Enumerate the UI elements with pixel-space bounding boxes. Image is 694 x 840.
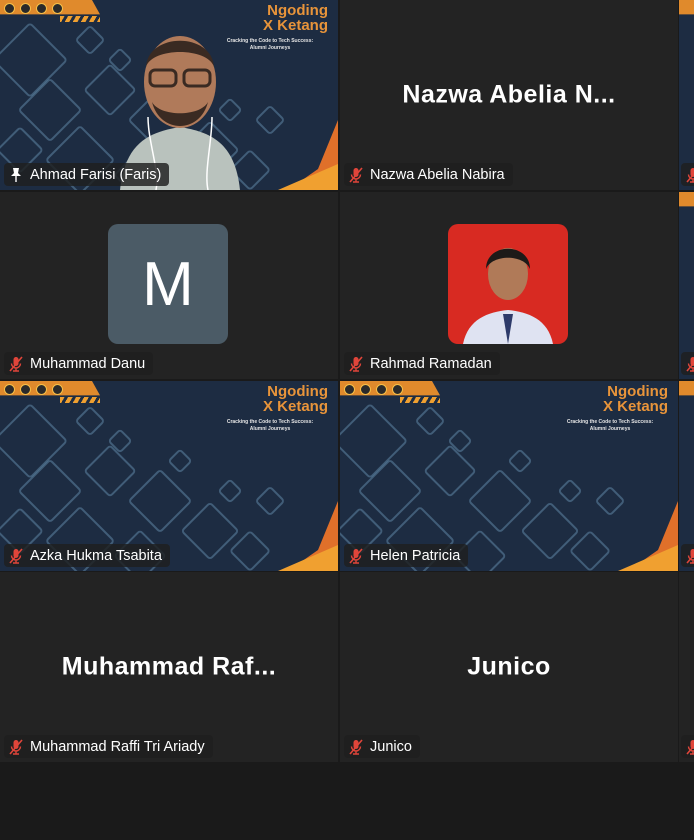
participant-tile[interactable]: Muhammad Raf... Muhammad Raffi Tri Ariad… [0, 572, 338, 762]
participant-name-label [681, 163, 694, 186]
slide-title: Ngoding X Ketang [263, 3, 328, 33]
banner-stripes [60, 397, 100, 403]
participant-name-label: Junico [344, 735, 420, 758]
pin-icon [8, 167, 24, 183]
mic-muted-icon [348, 738, 364, 755]
slide-title-line2: X Ketang [262, 398, 328, 415]
banner-shape [679, 381, 694, 396]
mic-muted-icon [348, 547, 364, 564]
slide-subtitle-line1: Cracking the Code to Tech Success: [566, 419, 654, 425]
participant-name: Ahmad Farisi (Faris) [30, 166, 162, 183]
mic-muted-icon [8, 355, 24, 372]
slide-background: Ngoding X Ketang Cracking the Code to Tec… [0, 381, 338, 571]
participant-tile-partial[interactable] [679, 0, 694, 190]
participant-name-label: Azka Hukma Tsabita [4, 544, 170, 567]
participant-tile-partial[interactable] [679, 381, 694, 571]
participant-name-label [681, 544, 694, 567]
participant-name-label: Nazwa Abelia Nabira [344, 163, 513, 186]
participant-name: Helen Patricia [370, 547, 461, 564]
mic-muted-icon [348, 166, 364, 183]
participant-tile[interactable]: Nazwa Abelia N... Nazwa Abelia Nabira [340, 0, 678, 190]
participant-tile[interactable]: Rahmad Ramadan [340, 192, 678, 379]
participant-tile[interactable]: Ngoding X Ketang Cracking the Code to Tec… [0, 0, 338, 190]
mic-muted-icon [685, 548, 694, 564]
slide-subtitle: Cracking the Code to Tech Success: Alumni… [210, 419, 330, 433]
sponsor-logos [4, 3, 63, 14]
slide-background [679, 381, 694, 571]
mic-muted-icon [8, 547, 24, 564]
participant-tile[interactable]: Junico Junico [340, 572, 678, 762]
mic-muted-icon [685, 739, 694, 755]
participant-name-label: Rahmad Ramadan [344, 352, 500, 375]
slide-title-line1: Ngoding [267, 383, 328, 400]
participant-name-label: Muhammad Danu [4, 352, 154, 375]
participant-tile-partial[interactable] [679, 192, 694, 379]
participant-name-label: Muhammad Raffi Tri Ariady [4, 735, 213, 758]
participant-display-name: Junico [467, 652, 551, 681]
mic-muted-icon [685, 356, 694, 372]
slide-title-line2: X Ketang [262, 17, 328, 34]
slide-title-line2: X Ketang [602, 398, 668, 415]
participant-tile-partial[interactable] [679, 572, 694, 762]
participant-display-name: Muhammad Raf... [61, 652, 277, 681]
participant-display-name: Nazwa Abelia N... [402, 80, 616, 109]
slide-background [679, 0, 694, 190]
participant-name-label [681, 352, 694, 375]
slide-subtitle: Cracking the Code to Tech Success: Alumni… [550, 419, 670, 433]
participant-tile[interactable]: M Muhammad Danu [0, 192, 338, 379]
participant-name-label [681, 735, 694, 758]
slide-subtitle-line2: Alumni Journeys [589, 426, 631, 432]
mic-muted-icon [685, 167, 694, 183]
sponsor-logos [344, 384, 403, 395]
participant-tile[interactable]: Ngoding X Ketang Cracking the Code to Tec… [0, 381, 338, 571]
participant-name-label: Ahmad Farisi (Faris) [4, 163, 170, 186]
banner-shape [679, 192, 694, 207]
banner-stripes [60, 16, 100, 22]
slide-background: Ngoding X Ketang Cracking the Code to Tec… [340, 381, 678, 571]
participant-name: Muhammad Danu [30, 355, 146, 372]
avatar: M [108, 224, 228, 344]
participant-name: Rahmad Ramadan [370, 355, 492, 372]
avatar-photo [448, 224, 568, 344]
participant-name: Junico [370, 738, 412, 755]
participant-name: Nazwa Abelia Nabira [370, 166, 505, 183]
mic-muted-icon [348, 355, 364, 372]
slide-subtitle-line1: Cracking the Code to Tech Success: [226, 419, 314, 425]
slide-title: Ngoding X Ketang [603, 384, 668, 414]
slide-background [679, 192, 694, 379]
mic-muted-icon [8, 738, 24, 755]
slide-title-line1: Ngoding [607, 383, 668, 400]
banner-shape [679, 0, 694, 15]
participant-name-label: Helen Patricia [344, 544, 469, 567]
slide-title: Ngoding X Ketang [263, 384, 328, 414]
slide-subtitle-line2: Alumni Journeys [249, 426, 291, 432]
participant-name: Muhammad Raffi Tri Ariady [30, 738, 205, 755]
sponsor-logos [4, 384, 63, 395]
banner-stripes [400, 397, 440, 403]
slide-title-line1: Ngoding [267, 2, 328, 19]
participant-name: Azka Hukma Tsabita [30, 547, 162, 564]
participant-tile[interactable]: Ngoding X Ketang Cracking the Code to Tec… [340, 381, 678, 571]
